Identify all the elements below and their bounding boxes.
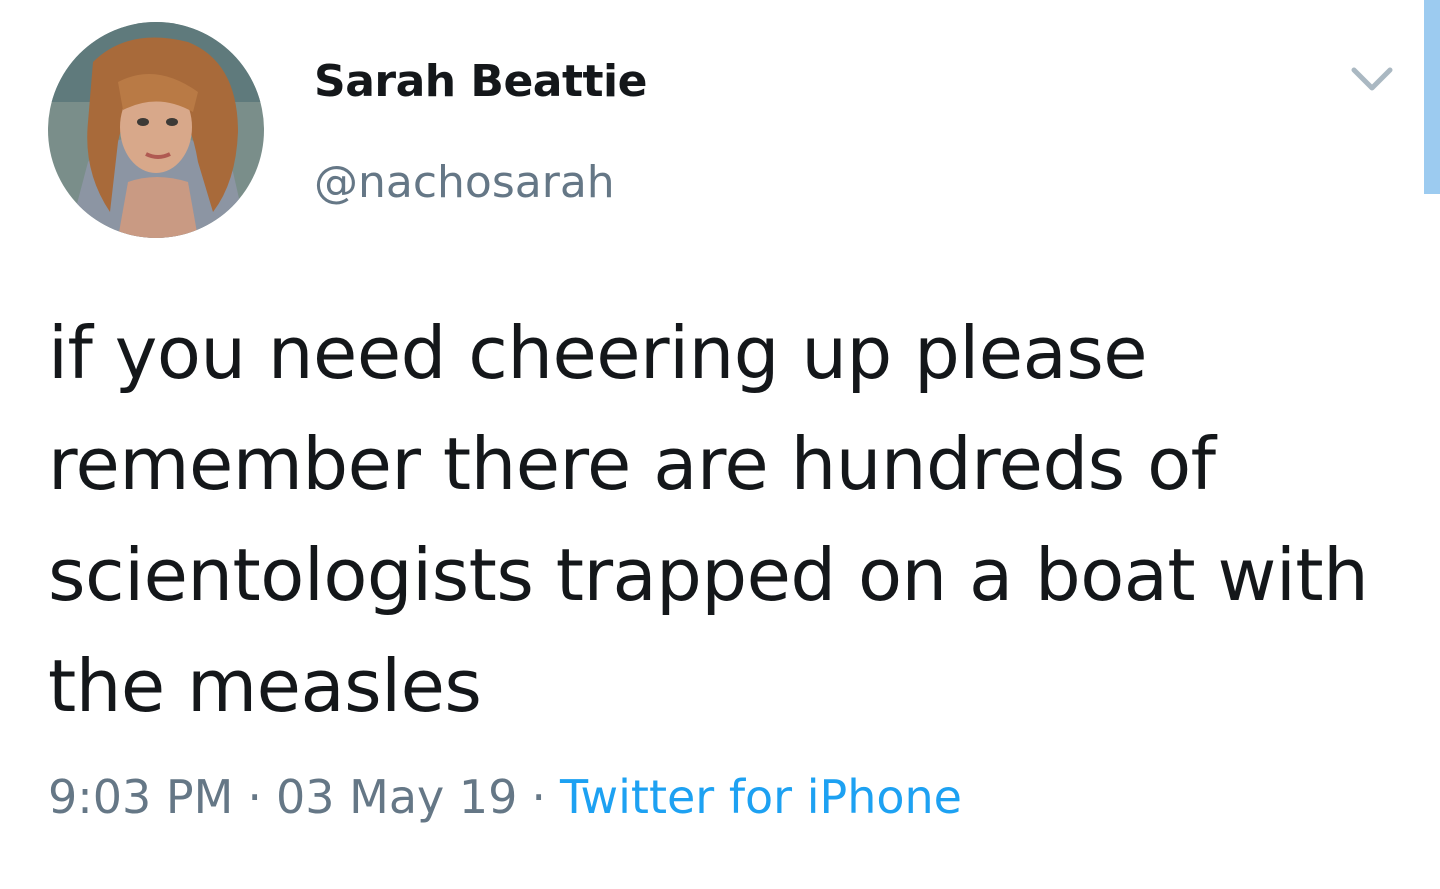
tweet-text: if you need cheering up please remember … — [48, 311, 1369, 728]
tweet-source-link[interactable]: Twitter for iPhone — [560, 770, 962, 824]
tweet-date[interactable]: 03 May 19 — [276, 770, 517, 824]
avatar-photo — [48, 22, 264, 238]
tweet: Sarah Beattie @nachosarah if you need ch… — [0, 0, 1440, 889]
separator: · — [531, 770, 547, 824]
tweet-time[interactable]: 9:03 PM — [48, 770, 233, 824]
tweet-metadata: 9:03 PM · 03 May 19 · Twitter for iPhone — [48, 770, 962, 824]
scrollbar[interactable] — [1424, 0, 1440, 194]
separator: · — [247, 770, 262, 824]
chevron-down-icon[interactable] — [1346, 60, 1398, 100]
author-display-name[interactable]: Sarah Beattie — [314, 56, 647, 107]
author-handle[interactable]: @nachosarah — [314, 157, 615, 208]
avatar[interactable] — [48, 22, 264, 238]
